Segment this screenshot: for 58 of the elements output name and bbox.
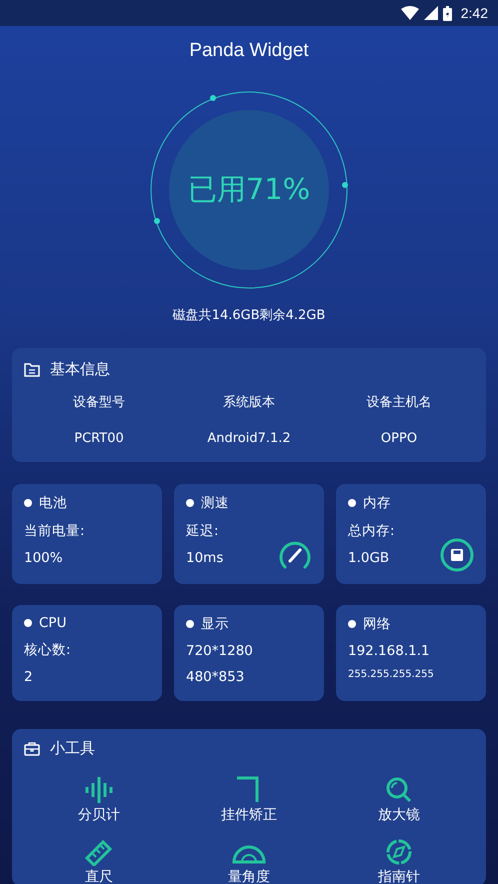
stat-title: CPU — [39, 615, 66, 631]
toolbox-icon — [24, 742, 40, 756]
stat-text: 100% — [24, 550, 63, 566]
usage-text: 已用71% — [188, 171, 310, 208]
stat-card[interactable]: 网络 192.168.1.1 255.255.255.255 — [336, 605, 486, 701]
stat-text: 2 — [24, 669, 33, 685]
info-value: OPPO — [380, 431, 418, 446]
stat-card[interactable]: 显示 720*1280 480*853 — [174, 605, 324, 701]
info-label: 设备型号 — [73, 394, 125, 411]
signal-icon — [424, 6, 438, 20]
bullet-icon — [24, 499, 32, 507]
stat-text: 1.0GB — [348, 550, 390, 566]
tool-button[interactable]: 指南针 — [378, 838, 420, 884]
stat-title: 电池 — [39, 494, 67, 512]
sound-wave-icon — [84, 776, 114, 804]
stat-card[interactable]: CPU 核心数: 2 — [12, 605, 162, 701]
stat-text: 10ms — [186, 550, 224, 566]
info-value: PCRT00 — [74, 431, 124, 446]
app-title: Panda Widget — [189, 40, 309, 62]
ruler-icon — [84, 838, 114, 866]
stat-text: 当前电量: — [24, 522, 85, 540]
bullet-icon — [186, 499, 194, 507]
info-label: 系统版本 — [223, 394, 275, 411]
stat-text: 延迟: — [186, 522, 219, 540]
info-value: Android7.1.2 — [207, 431, 291, 446]
stat-title: 测速 — [201, 494, 229, 512]
card-title: 小工具 — [50, 739, 95, 758]
wifi-icon — [400, 6, 419, 20]
tool-button[interactable]: 挂件矫正 — [221, 776, 277, 824]
bullet-icon — [186, 620, 194, 628]
battery-icon — [442, 6, 452, 20]
info-label: 设备主机名 — [366, 394, 432, 411]
stat-card[interactable]: 电池 当前电量: 100% — [12, 484, 162, 584]
folder-icon — [24, 362, 40, 376]
tool-button[interactable]: 量角度 — [228, 838, 270, 884]
stat-text: 480*853 — [186, 669, 244, 685]
stat-title: 网络 — [363, 615, 391, 633]
bullet-icon — [348, 499, 356, 507]
stat-text: 720*1280 — [186, 643, 253, 659]
magnifier-icon — [384, 776, 414, 804]
stat-title: 内存 — [363, 494, 391, 512]
stat-text: 核心数: — [24, 641, 71, 659]
card-title: 基本信息 — [50, 360, 110, 379]
stat-text: 192.168.1.1 — [348, 643, 430, 659]
status-time: 2:42 — [460, 5, 488, 21]
tool-button[interactable]: 直尺 — [84, 838, 114, 884]
floppy-disk-icon — [440, 538, 474, 572]
disk-summary: 磁盘共14.6GB剩余4.2GB — [172, 307, 326, 324]
tool-button[interactable]: 放大镜 — [378, 776, 420, 824]
stat-text: 总内存: — [348, 522, 395, 540]
bullet-icon — [24, 619, 32, 627]
compass-icon — [384, 838, 414, 866]
stat-card[interactable]: 测速 延迟: 10ms — [174, 484, 324, 584]
bullet-icon — [348, 620, 356, 628]
stat-title: 显示 — [201, 615, 229, 633]
stat-card[interactable]: 内存 总内存: 1.0GB — [336, 484, 486, 584]
tool-button[interactable]: 分贝计 — [78, 776, 120, 824]
stat-text: 255.255.255.255 — [348, 669, 434, 680]
